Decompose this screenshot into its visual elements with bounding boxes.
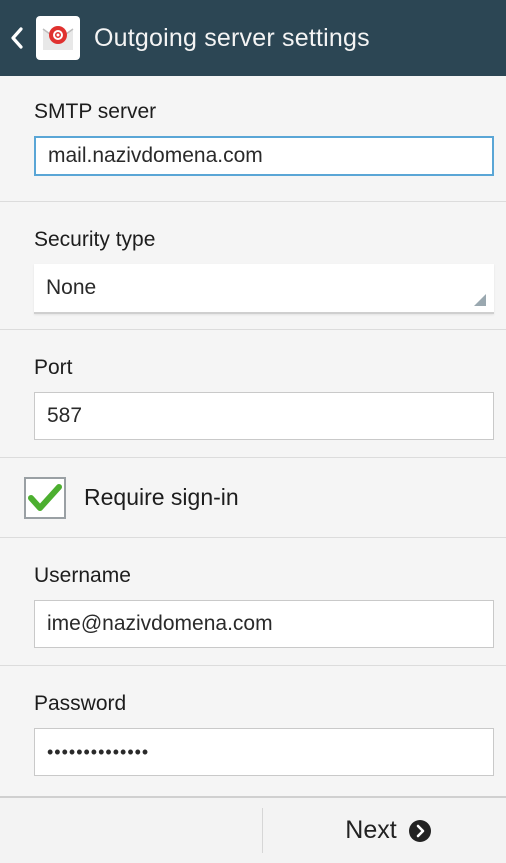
dropdown-corner-icon xyxy=(474,294,486,306)
username-section: Username ime@nazivdomena.com xyxy=(0,538,506,666)
bottom-divider xyxy=(262,808,263,853)
smtp-server-value: mail.nazivdomena.com xyxy=(48,144,263,167)
username-input[interactable]: ime@nazivdomena.com xyxy=(34,600,494,648)
security-type-label: Security type xyxy=(34,228,156,251)
arrow-right-circle-icon xyxy=(408,819,431,842)
username-label: Username xyxy=(34,564,131,587)
email-app-icon xyxy=(36,16,80,60)
page-title: Outgoing server settings xyxy=(94,23,370,52)
title-bar: Outgoing server settings xyxy=(0,0,506,76)
checkmark-icon xyxy=(28,483,62,511)
require-signin-checkbox[interactable] xyxy=(24,476,66,519)
smtp-server-label: SMTP server xyxy=(34,100,157,123)
port-value: 587 xyxy=(47,404,83,427)
password-label: Password xyxy=(34,692,127,715)
smtp-server-section: SMTP server mail.nazivdomena.com xyxy=(0,76,506,202)
username-value: ime@nazivdomena.com xyxy=(47,612,273,635)
back-button[interactable] xyxy=(10,23,30,53)
security-type-value: None xyxy=(46,276,97,299)
chevron-left-icon xyxy=(11,27,23,49)
password-section: Password •••••••••••••• xyxy=(0,666,506,796)
port-input[interactable]: 587 xyxy=(34,392,494,440)
require-signin-row[interactable]: Require sign-in xyxy=(0,458,506,538)
smtp-server-input[interactable]: mail.nazivdomena.com xyxy=(34,136,494,176)
security-type-section: Security type None xyxy=(0,202,506,330)
port-label: Port xyxy=(34,356,73,379)
password-value: •••••••••••••• xyxy=(47,741,150,762)
bottom-action-bar: Next xyxy=(0,796,506,863)
next-button-label: Next xyxy=(345,816,397,844)
next-button[interactable]: Next xyxy=(270,798,506,863)
port-section: Port 587 xyxy=(0,330,506,458)
security-type-dropdown[interactable]: None xyxy=(34,264,494,314)
require-signin-label: Require sign-in xyxy=(84,484,239,510)
password-input[interactable]: •••••••••••••• xyxy=(34,728,494,776)
